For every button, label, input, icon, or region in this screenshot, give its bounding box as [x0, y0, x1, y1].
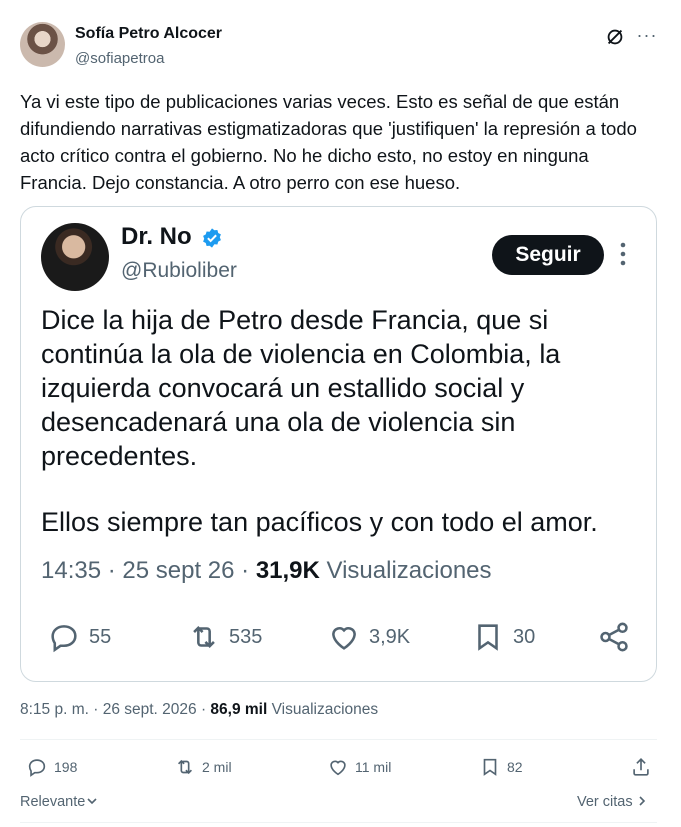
quoted-repost-button[interactable]: 535: [187, 617, 262, 657]
divider: [20, 739, 657, 740]
like-icon: [330, 760, 346, 776]
author-name[interactable]: Sofía Petro Alcocer: [75, 25, 222, 43]
chevron-right-icon: [639, 796, 645, 806]
bookmark-icon: [478, 624, 498, 651]
bookmark-icon: [483, 758, 497, 776]
repost-icon: [193, 625, 215, 649]
quoted-action-bar: 55 535 3,9K 30: [21, 617, 658, 657]
repost-count: 2 mil: [202, 759, 232, 775]
bookmark-count: 82: [507, 759, 523, 775]
quoted-post-time[interactable]: 14:35 · 25 sept 26 ·: [41, 557, 256, 584]
post-time[interactable]: 8:15 p. m. · 26 sept. 2026 ·: [20, 701, 210, 718]
verified-icon: [203, 228, 221, 248]
quoted-bookmark-count: 30: [513, 625, 536, 648]
quoted-reply-count: 55: [89, 625, 112, 648]
quoted-post-text-second: Ellos siempre tan pacíficos y con todo e…: [41, 507, 598, 537]
reply-icon: [51, 625, 77, 653]
post-text: Ya vi este tipo de publicaciones varias …: [20, 91, 637, 193]
views-label: Visualizaciones: [267, 701, 379, 718]
repost-icon: [177, 759, 193, 775]
quoted-author-name[interactable]: Dr. No: [121, 223, 192, 251]
quotes-label: Ver citas: [577, 794, 633, 810]
like-count: 11 mil: [355, 759, 392, 775]
share-icon: [600, 622, 628, 652]
reply-icon: [28, 759, 46, 777]
share-icon: [633, 758, 649, 776]
like-icon: [332, 627, 356, 650]
quoted-like-count: 3,9K: [369, 625, 411, 648]
divider: [20, 822, 657, 823]
quoted-reply-button[interactable]: 55: [47, 617, 111, 657]
like-button[interactable]: 11 mil: [327, 754, 391, 780]
quoted-views-count: 31,9K: [255, 557, 320, 584]
quoted-views-label: Visualizaciones: [319, 557, 492, 584]
quoted-share-button[interactable]: [597, 617, 639, 657]
post-meta: 8:15 p. m. · 26 sept. 2026 · 86,9 mil Vi…: [20, 701, 378, 719]
quoted-bookmark-button[interactable]: 30: [471, 617, 535, 657]
reply-count: 198: [54, 759, 78, 775]
quoted-post-card[interactable]: Dr. No @Rubioliber Seguir Dice la hija d…: [20, 206, 657, 682]
sort-dropdown[interactable]: Relevante: [20, 794, 98, 810]
quoted-repost-count: 535: [229, 625, 263, 648]
author-handle[interactable]: @sofiapetroa: [75, 50, 164, 67]
bookmark-button[interactable]: 82: [479, 754, 523, 780]
views-count: 86,9 mil: [210, 701, 268, 718]
share-button[interactable]: [630, 754, 658, 780]
grok-icon[interactable]: [604, 26, 626, 48]
repost-button[interactable]: 2 mil: [174, 754, 232, 780]
chevron-down-icon: [87, 798, 97, 805]
quoted-post-meta: 14:35 · 25 sept 26 · 31,9K Visualizacion…: [41, 557, 492, 585]
author-avatar[interactable]: [20, 22, 65, 67]
view-quotes-link[interactable]: Ver citas: [577, 794, 647, 810]
more-icon[interactable]: ···: [636, 24, 658, 46]
quoted-author-handle[interactable]: @Rubioliber: [121, 259, 237, 283]
quoted-author-avatar[interactable]: [41, 223, 109, 291]
quoted-like-button[interactable]: 3,9K: [327, 617, 410, 657]
follow-button[interactable]: Seguir: [492, 235, 604, 275]
sort-label: Relevante: [20, 794, 86, 810]
reply-button[interactable]: 198: [26, 754, 77, 780]
quoted-post-text: Dice la hija de Petro desde Francia, que…: [41, 305, 561, 471]
more-icon[interactable]: [617, 239, 629, 269]
